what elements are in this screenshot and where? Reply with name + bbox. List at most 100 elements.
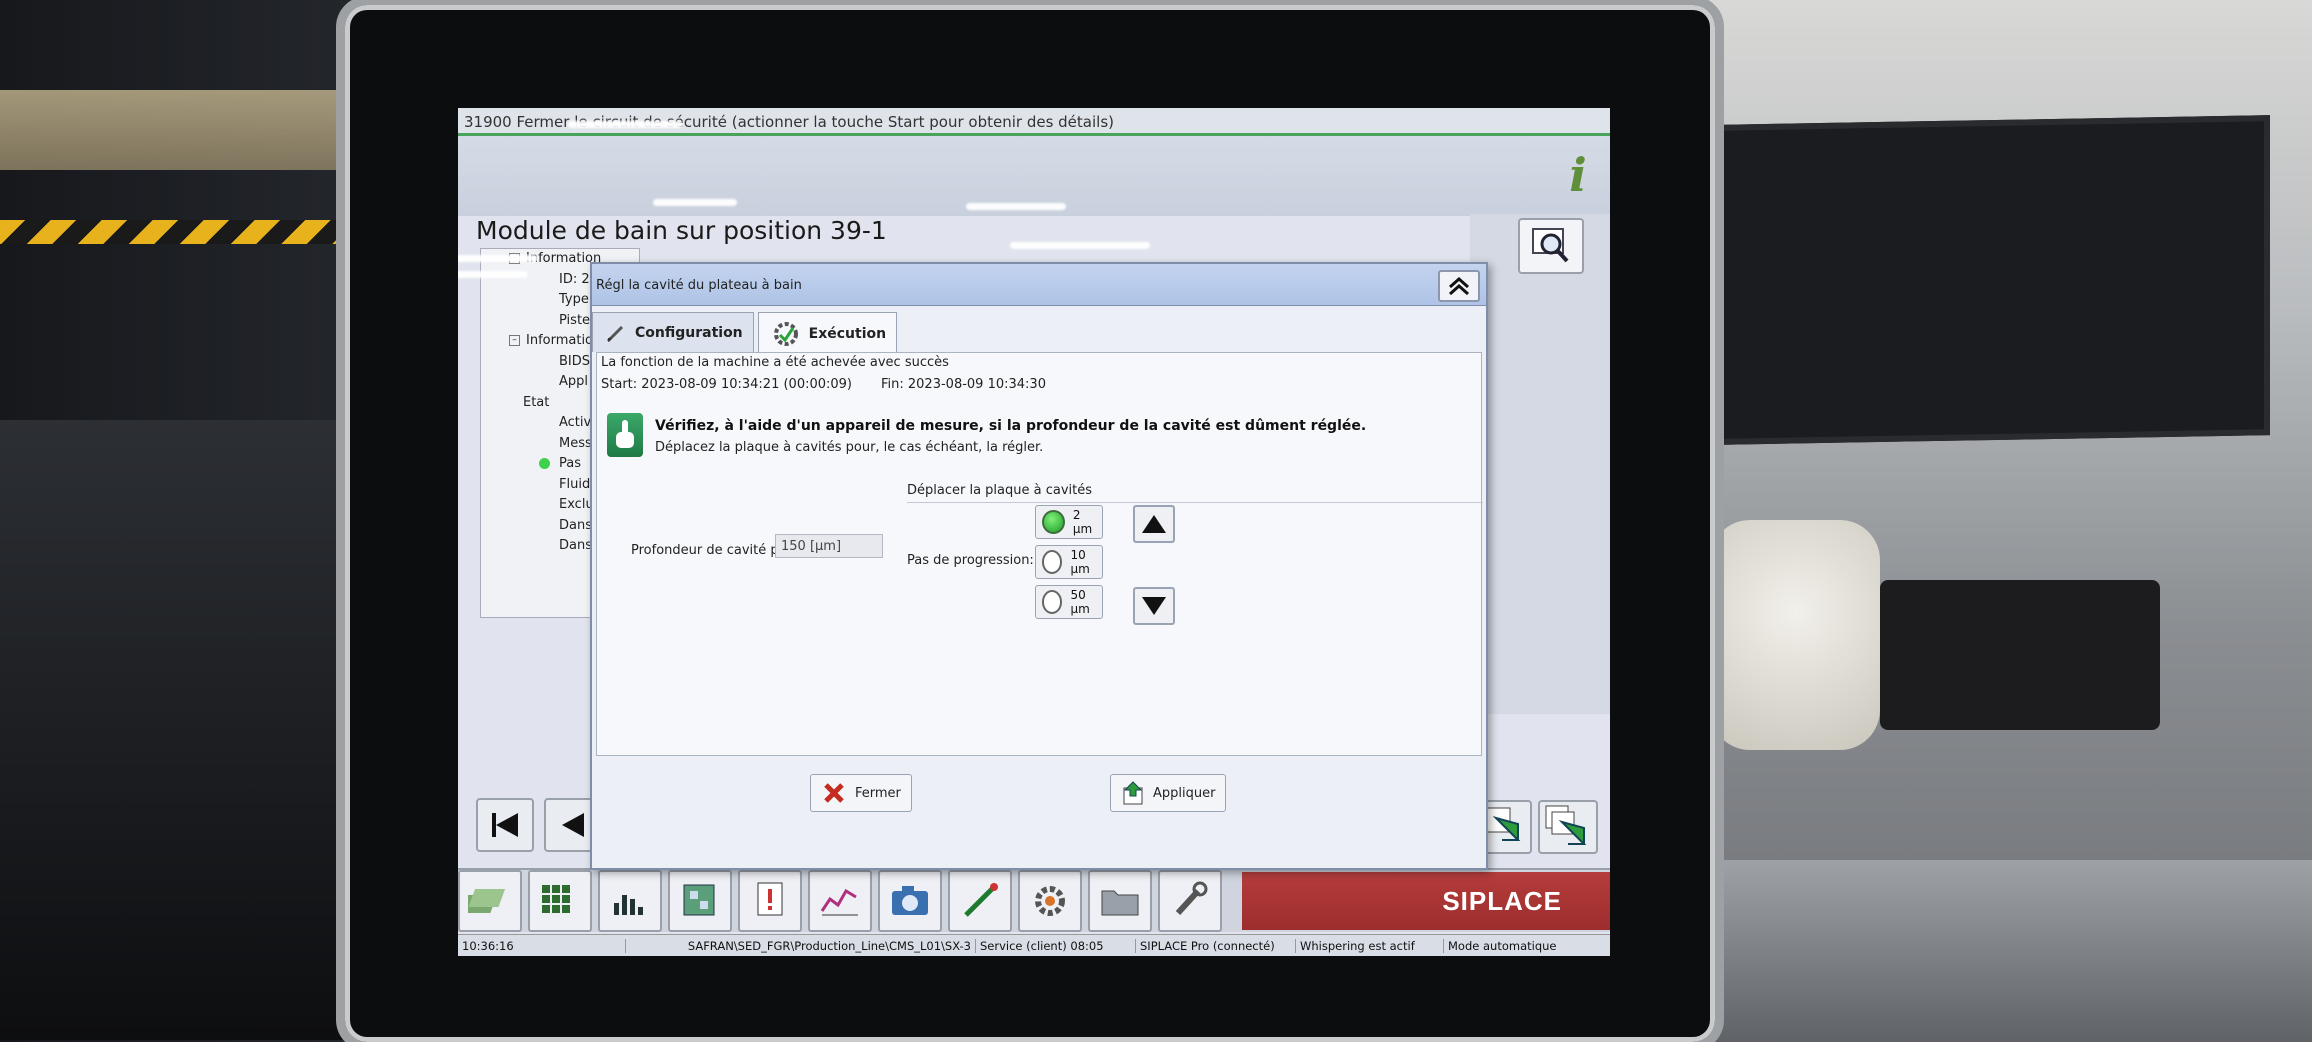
tree-item-label: Exclu <box>559 497 594 512</box>
whispering-status[interactable]: Whispering est actif <box>1296 938 1444 953</box>
hand-pointer-icon <box>607 413 643 457</box>
grid-icon <box>542 885 570 913</box>
tab-configuration[interactable]: Configuration <box>592 312 754 352</box>
radio-selected-icon <box>1042 510 1065 534</box>
tool-document[interactable] <box>738 870 802 932</box>
tree-item-label: Mess <box>559 435 592 451</box>
tool-camera[interactable] <box>878 870 942 932</box>
apply-button-label: Appliquer <box>1153 785 1216 801</box>
tool-settings[interactable] <box>1018 870 1082 932</box>
collapse-node-icon[interactable]: – <box>509 335 520 346</box>
green-double-arrow-icon <box>1545 805 1587 845</box>
glare <box>966 203 1066 210</box>
radio-empty-icon <box>1042 590 1063 614</box>
keyboard <box>1880 580 2160 730</box>
radio-empty-icon <box>1042 550 1063 574</box>
glare <box>458 271 528 278</box>
tool-nozzle[interactable] <box>948 870 1012 932</box>
tool-grid[interactable] <box>528 870 592 932</box>
tool-statistics[interactable] <box>598 870 662 932</box>
tree-item-label: Piste <box>559 312 591 328</box>
move-up-button[interactable] <box>1133 505 1175 543</box>
tab-execution-label: Exécution <box>808 325 887 342</box>
tab-execution[interactable]: Exécution <box>757 312 898 354</box>
tool-trend[interactable] <box>808 870 872 932</box>
clock: 10:36:16 <box>458 938 626 953</box>
tree-item-label: Appl <box>559 374 589 389</box>
info-icon[interactable]: i <box>1558 144 1598 206</box>
move-instruction: Déplacez la plaque à cavités pour, le ca… <box>655 440 1044 455</box>
triangle-up-icon <box>1142 515 1166 533</box>
glare <box>1010 242 1150 249</box>
work-surface <box>1700 860 2312 1042</box>
bar-chart-icon <box>614 895 643 915</box>
tool-feeders[interactable] <box>458 870 522 932</box>
tree-item-label: Activ <box>559 415 592 430</box>
dialog-title: Régl la cavité du plateau à bain <box>592 264 1486 306</box>
camera-icon <box>892 886 928 915</box>
brand-logo: SIPLACE <box>1242 872 1610 930</box>
microscope <box>1710 520 1880 750</box>
page-title: Module de bain sur position 39-1 <box>476 216 887 245</box>
transfer-all-button[interactable] <box>1538 800 1598 854</box>
service-time: 08:05 <box>1070 938 1104 953</box>
right-side-panel <box>1470 214 1610 714</box>
tree-item-label: Etat <box>523 394 550 410</box>
tab-configuration-label: Configuration <box>635 324 743 341</box>
tool-board[interactable] <box>668 870 732 932</box>
photo-scene: 31900 Fermer le circuit de sécurité (act… <box>0 0 2312 1042</box>
move-plate-title: Déplacer la plaque à cavités <box>907 483 1483 503</box>
skip-first-icon <box>492 813 518 837</box>
step-option-label: 2 µm <box>1072 508 1093 536</box>
siplace-pro-status[interactable]: SIPLACE Pro (connecté) <box>1136 938 1296 953</box>
move-down-button[interactable] <box>1133 587 1175 625</box>
service-label: Service (client) <box>980 938 1067 953</box>
dialog-tabs: Configuration Exécution <box>592 312 901 354</box>
tree-item-label: Fluid <box>559 476 591 492</box>
depth-field[interactable] <box>775 534 883 558</box>
verify-instruction: Vérifiez, à l'aide d'un appareil de mesu… <box>655 418 1367 434</box>
service-status[interactable]: Service (client) 08:05 <box>976 938 1136 953</box>
magnifier-icon <box>1532 228 1569 263</box>
feeder-rail <box>0 90 350 170</box>
collapse-button[interactable] <box>1438 270 1480 302</box>
tree-item-label: Type <box>559 292 589 307</box>
gear-check-icon <box>773 321 798 346</box>
start-time: Start: 2023-08-09 10:34:21 (00:00:09) <box>601 377 852 392</box>
tool-wrench[interactable] <box>1158 870 1222 932</box>
step-option-10um[interactable]: 10 µm <box>1035 545 1103 579</box>
close-button[interactable]: Fermer <box>810 774 912 812</box>
status-dot-icon <box>539 458 550 469</box>
result-message: La fonction de la machine a été achevée … <box>601 355 949 370</box>
close-icon <box>824 783 844 803</box>
secondary-monitor <box>1718 115 2270 445</box>
step-option-50um[interactable]: 50 µm <box>1035 585 1103 619</box>
magnifier-button[interactable] <box>1518 218 1584 274</box>
triangle-down-icon <box>1142 597 1166 615</box>
tool-folder[interactable] <box>1088 870 1152 932</box>
execution-panel: La fonction de la machine a été achevée … <box>596 352 1483 756</box>
tree-item-label: ID: 2 <box>559 271 590 287</box>
mode-status[interactable]: Mode automatique <box>1444 939 1561 953</box>
step-label: Pas de progression: <box>907 553 1034 568</box>
tree-item-label: Dans <box>559 517 592 533</box>
tree-item-label: Dans <box>559 538 592 553</box>
tree-item-label: Pas <box>559 456 581 471</box>
folder-icon <box>1101 890 1139 916</box>
nav-first-button[interactable] <box>476 798 534 852</box>
wrench-icon <box>1175 881 1208 916</box>
tree-item-label: BIDS <box>559 353 591 369</box>
machine-interior <box>0 420 350 1040</box>
glare <box>458 255 538 262</box>
glare <box>568 121 683 128</box>
close-button-label: Fermer <box>855 785 901 801</box>
hazard-stripe <box>0 220 350 244</box>
feeder-stack-icon <box>468 889 506 913</box>
line-path[interactable]: SAFRAN\SED_FGR\Production_Line\CMS_L01\S… <box>626 938 976 953</box>
step-option-2um[interactable]: 2 µm <box>1035 505 1103 539</box>
apply-button[interactable]: Appliquer <box>1110 774 1227 812</box>
cavity-adjust-dialog: Régl la cavité du plateau à bain Configu… <box>590 262 1488 870</box>
taskbar: 10:36:16 SAFRAN\SED_FGR\Production_Line\… <box>458 934 1610 956</box>
gear-icon <box>1035 886 1065 916</box>
trend-chart-icon <box>820 888 858 916</box>
